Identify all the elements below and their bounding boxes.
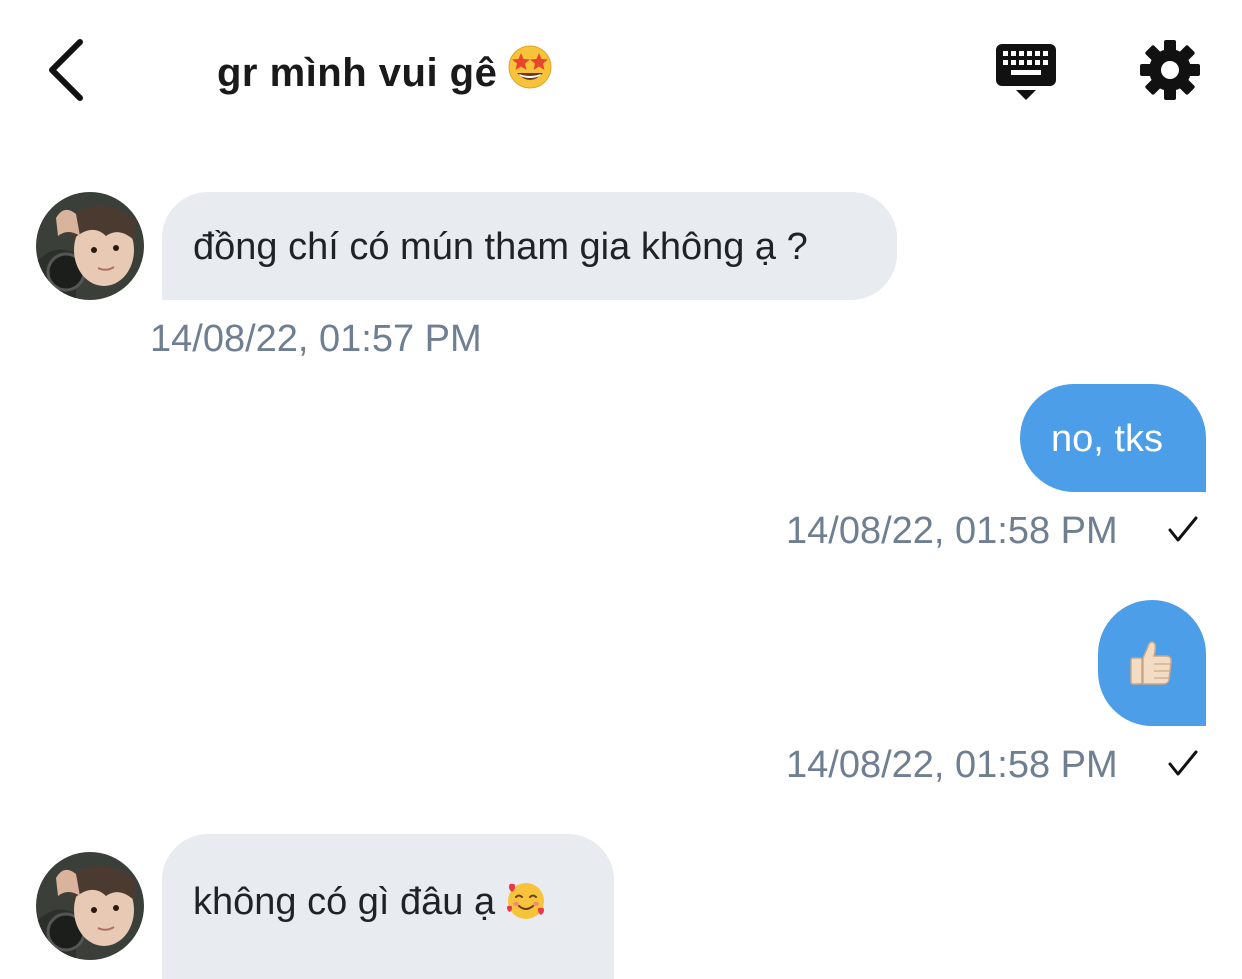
thumbs-up-emoji (1130, 641, 1172, 685)
sender-avatar[interactable] (36, 192, 144, 300)
sent-check-icon (1168, 516, 1198, 542)
chat-title: gr mình vui gê (217, 44, 553, 100)
sender-avatar[interactable] (36, 852, 144, 960)
message-text: đồng chí có mún tham gia không ạ ? (193, 226, 808, 268)
settings-button[interactable] (1138, 38, 1202, 102)
incoming-message-bubble[interactable]: không có gì đâu ạ (162, 834, 614, 979)
message-timestamp: 14/08/22, 01:58 PM (786, 510, 1118, 552)
keyboard-hide-icon (996, 44, 1056, 100)
chat-header: gr mình vui gê (0, 0, 1242, 140)
message-text: no, tks (1051, 418, 1163, 460)
hide-keyboard-button[interactable] (994, 40, 1058, 104)
outgoing-emoji-bubble[interactable] (1098, 600, 1206, 726)
incoming-message-bubble[interactable]: đồng chí có mún tham gia không ạ ? (162, 192, 897, 300)
chevron-left-icon (49, 39, 83, 101)
message-timestamp: 14/08/22, 01:58 PM (786, 744, 1118, 786)
message-text: không có gì đâu ạ (193, 881, 496, 923)
chat-title-text: gr mình vui gê (217, 51, 498, 95)
message-timestamp: 14/08/22, 01:57 PM (150, 318, 482, 360)
smiling-face-with-hearts-emoji (505, 880, 547, 929)
sent-check-icon (1168, 750, 1198, 776)
outgoing-message-bubble[interactable]: no, tks (1020, 384, 1206, 492)
gear-icon (1140, 40, 1200, 100)
back-button[interactable] (40, 36, 100, 106)
star-struck-emoji (507, 44, 553, 100)
